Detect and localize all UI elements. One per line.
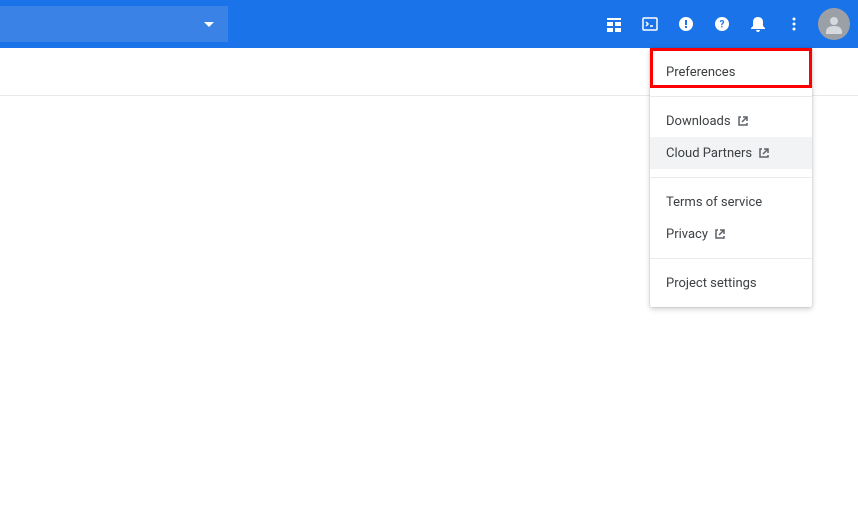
gift-icon[interactable] (596, 6, 632, 42)
menu-divider (650, 177, 812, 178)
external-link-icon (737, 115, 749, 127)
menu-item-project-settings[interactable]: Project settings (650, 267, 812, 299)
svg-text:?: ? (720, 20, 725, 31)
header-icons: ? (596, 6, 850, 42)
user-avatar[interactable] (818, 8, 850, 40)
dropdown-arrow-icon (204, 22, 214, 27)
menu-item-privacy[interactable]: Privacy (650, 218, 812, 250)
cloud-shell-icon[interactable] (632, 6, 668, 42)
external-link-icon (714, 228, 726, 240)
more-menu-icon[interactable] (776, 6, 812, 42)
menu-item-label: Terms of service (666, 195, 762, 210)
menu-item-label: Cloud Partners (666, 146, 752, 161)
project-selector[interactable] (0, 6, 228, 42)
menu-item-downloads[interactable]: Downloads (650, 105, 812, 137)
menu-divider (650, 96, 812, 97)
menu-item-preferences[interactable]: Preferences (650, 56, 812, 88)
feedback-icon[interactable] (668, 6, 704, 42)
menu-item-label: Project settings (666, 276, 757, 291)
menu-item-label: Preferences (666, 65, 735, 80)
help-icon[interactable]: ? (704, 6, 740, 42)
settings-dropdown-menu: Preferences Downloads Cloud Partners Ter… (650, 48, 812, 307)
menu-item-label: Downloads (666, 114, 731, 129)
notifications-icon[interactable] (740, 6, 776, 42)
header-bar: ? (0, 0, 858, 48)
menu-item-label: Privacy (666, 227, 708, 242)
menu-item-cloud-partners[interactable]: Cloud Partners (650, 137, 812, 169)
menu-item-terms[interactable]: Terms of service (650, 186, 812, 218)
menu-divider (650, 258, 812, 259)
external-link-icon (758, 147, 770, 159)
